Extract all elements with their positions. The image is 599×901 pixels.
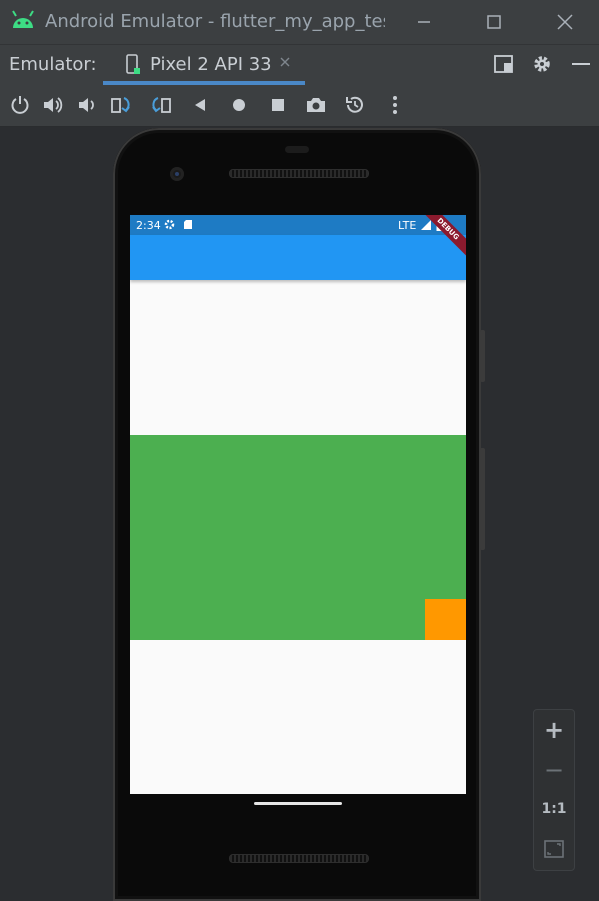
earpiece (285, 146, 309, 153)
green-container (130, 435, 466, 640)
front-camera (170, 167, 184, 181)
power-icon[interactable] (9, 94, 31, 116)
tab-close-icon[interactable] (278, 55, 292, 69)
signal-icon (421, 220, 431, 230)
close-icon[interactable] (553, 10, 577, 34)
settings-status-icon (164, 219, 175, 230)
volume-down-icon[interactable] (76, 94, 98, 116)
screenshot-icon[interactable] (305, 94, 327, 116)
zoom-actual-size-button[interactable]: 1:1 (534, 801, 574, 817)
sdcard-icon (184, 220, 192, 229)
tab-label: Pixel 2 API 33 (150, 54, 272, 75)
tab-bar: Emulator: Pixel 2 API 33 (0, 44, 599, 86)
volume-up-icon[interactable] (42, 94, 64, 116)
layout-icon[interactable] (493, 53, 515, 75)
rotate-right-icon[interactable] (150, 94, 172, 116)
more-icon[interactable] (384, 94, 406, 116)
maximize-icon[interactable] (482, 10, 506, 34)
zoom-out-button[interactable]: − (534, 756, 574, 784)
fit-screen-icon[interactable] (544, 840, 564, 858)
status-network: LTE (398, 219, 417, 232)
gesture-nav-bar[interactable] (254, 802, 342, 805)
home-icon[interactable] (228, 94, 250, 116)
back-icon[interactable] (189, 94, 211, 116)
window-title: Android Emulator - flutter_my_app_test (45, 11, 385, 32)
device-icon (126, 54, 140, 74)
emulator-label: Emulator: (9, 54, 97, 75)
rotate-left-icon[interactable] (110, 94, 132, 116)
status-bar: 2:34 LTE (130, 215, 466, 235)
volume-rocker[interactable] (480, 448, 485, 550)
tab-pixel-2[interactable]: Pixel 2 API 33 (103, 45, 305, 85)
minimize-icon[interactable] (412, 10, 436, 34)
settings-icon[interactable] (531, 53, 553, 75)
device-screen[interactable]: 2:34 LTE DEBUG (130, 215, 466, 794)
status-time: 2:34 (136, 219, 161, 232)
power-button[interactable] (480, 330, 485, 382)
app-bar (130, 235, 466, 280)
top-speaker (229, 169, 369, 178)
hide-icon[interactable] (570, 53, 592, 75)
overview-icon[interactable] (267, 94, 289, 116)
zoom-in-button[interactable]: + (534, 716, 574, 744)
bottom-speaker (229, 854, 369, 863)
zoom-panel: + − 1:1 (533, 709, 575, 871)
orange-box (425, 599, 466, 640)
android-icon (12, 10, 34, 28)
snapshot-icon[interactable] (344, 94, 366, 116)
emulator-toolbar (0, 85, 599, 127)
title-bar: Android Emulator - flutter_my_app_test (0, 0, 599, 44)
